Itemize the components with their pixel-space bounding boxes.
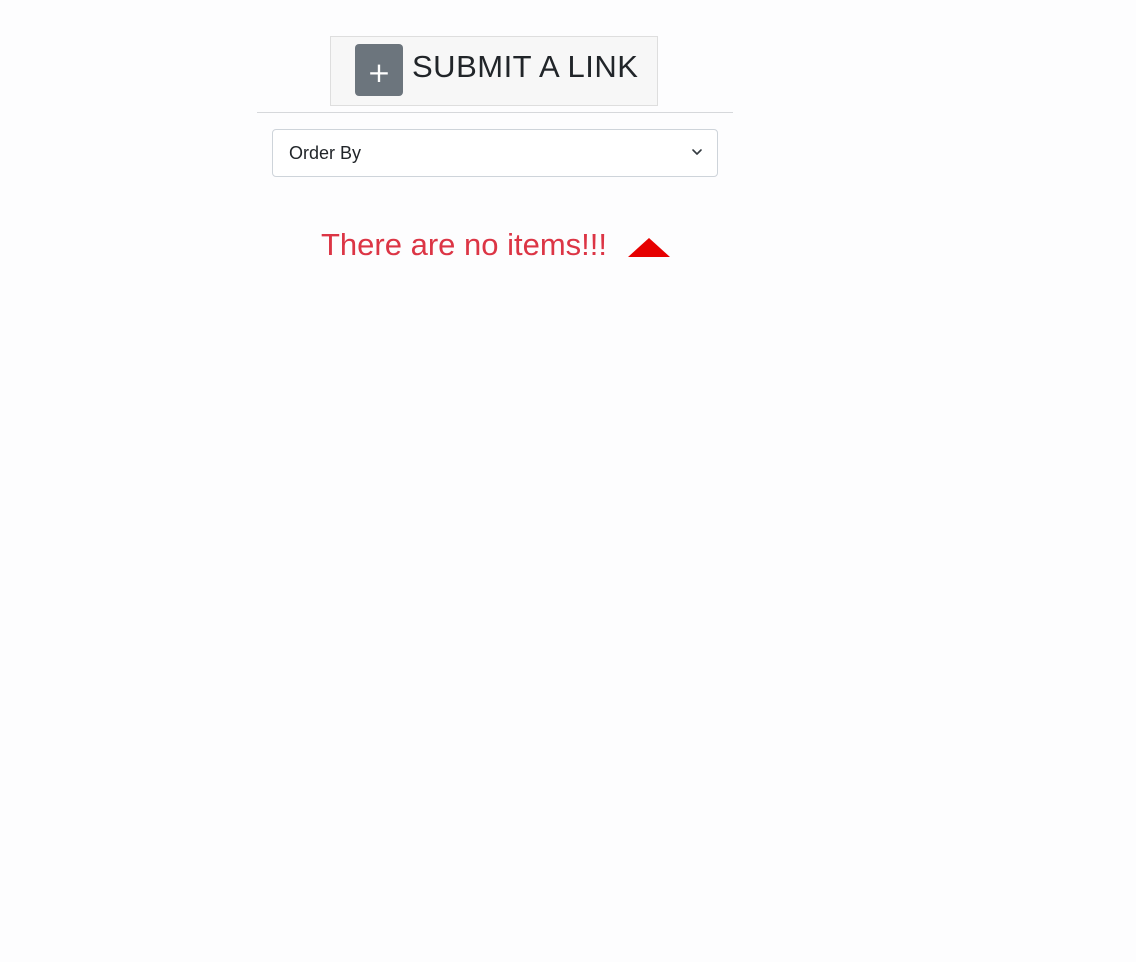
- order-by-select[interactable]: Order By: [272, 129, 718, 177]
- triangle-up-icon: [628, 238, 670, 257]
- chevron-down-icon: [692, 149, 702, 155]
- plus-icon[interactable]: +: [355, 44, 403, 96]
- submit-link-label: SUBMIT A LINK: [412, 49, 639, 84]
- divider: [257, 112, 733, 113]
- submit-link-button[interactable]: + SUBMIT A LINK: [330, 36, 658, 106]
- order-by-selected-value: Order By: [289, 143, 362, 163]
- empty-state-message: There are no items!!!: [321, 227, 608, 262]
